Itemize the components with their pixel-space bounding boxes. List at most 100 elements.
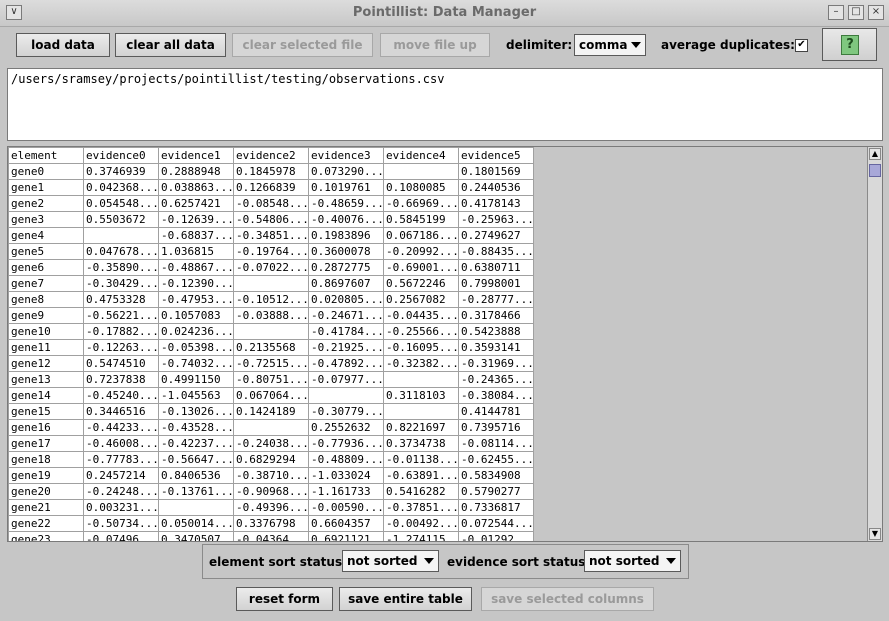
evidence-cell[interactable]: -0.37851... [383,499,459,516]
evidence-cell[interactable]: -0.30429... [83,275,159,292]
evidence-cell[interactable] [233,419,309,436]
move-file-up-button[interactable]: move file up [380,33,490,57]
column-header[interactable]: evidence4 [383,147,459,164]
data-table[interactable]: element evidence0 evidence1 evidence2 ev… [8,147,534,541]
element-cell[interactable]: gene21 [8,499,84,516]
evidence-cell[interactable]: -0.46008... [83,435,159,452]
table-row[interactable]: gene15 0.3446516 -0.13026... 0.1424189 -0.30… [8,403,534,420]
evidence-cell[interactable]: -0.35890... [83,259,159,276]
evidence-cell[interactable]: -0.30779... [308,403,384,420]
evidence-cell[interactable]: 0.1019761 [308,179,384,196]
evidence-cell[interactable]: -0.72515... [233,355,309,372]
element-cell[interactable]: gene10 [8,323,84,340]
save-selected-columns-button[interactable]: save selected columns [481,587,654,611]
evidence-cell[interactable] [383,163,459,180]
evidence-cell[interactable]: 0.067064... [233,387,309,404]
evidence-cell[interactable]: 0.3470507 [158,531,234,541]
evidence-cell[interactable]: -0.05398... [158,339,234,356]
save-entire-table-button[interactable]: save entire table [339,587,472,611]
column-header[interactable]: evidence1 [158,147,234,164]
table-row[interactable]: gene7 -0.30429... -0.12390... 0.8697607 0.56… [8,275,534,292]
evidence-cell[interactable]: 0.5416282 [383,483,459,500]
evidence-cell[interactable]: 0.6257421 [158,195,234,212]
file-list-item[interactable]: /users/sramsey/projects/pointillist/test… [11,72,444,86]
evidence-cell[interactable]: 0.2872775 [308,259,384,276]
evidence-cell[interactable]: -0.17882... [83,323,159,340]
element-cell[interactable]: gene8 [8,291,84,308]
evidence-cell[interactable]: -0.47953... [158,291,234,308]
evidence-cell[interactable] [233,275,309,292]
evidence-cell[interactable]: 0.073290... [308,163,384,180]
element-cell[interactable]: gene3 [8,211,84,228]
element-cell[interactable]: gene16 [8,419,84,436]
evidence-cell[interactable]: -0.48809... [308,451,384,468]
average-duplicates-checkbox[interactable]: ✔ [795,39,808,52]
table-row[interactable]: gene20 -0.24248... -0.13761... -0.90968... -… [8,483,534,500]
evidence-cell[interactable]: 0.7998001 [458,275,534,292]
evidence-cell[interactable]: -0.16095... [383,339,459,356]
table-row[interactable]: gene2 0.054548... 0.6257421 -0.08548... -0.4… [8,195,534,212]
element-cell[interactable]: gene15 [8,403,84,420]
evidence-cell[interactable]: -0.13761... [158,483,234,500]
evidence-cell[interactable]: 0.4753328 [83,291,159,308]
evidence-cell[interactable]: 0.2888948 [158,163,234,180]
scroll-down-arrow-icon[interactable]: ▼ [869,528,881,540]
evidence-cell[interactable]: 0.6380711 [458,259,534,276]
evidence-cell[interactable]: -0.48659... [308,195,384,212]
evidence-cell[interactable]: 0.5834908 [458,467,534,484]
evidence-cell[interactable]: 0.4178143 [458,195,534,212]
element-cell[interactable]: gene14 [8,387,84,404]
maximize-button[interactable]: □ [848,5,864,20]
evidence-cell[interactable]: -0.13026... [158,403,234,420]
evidence-cell[interactable]: -1.161733 [308,483,384,500]
table-row[interactable]: gene13 0.7237838 0.4991150 -0.80751... -0.07… [8,371,534,388]
evidence-cell[interactable]: 0.067186... [383,227,459,244]
evidence-cell[interactable]: 0.1983896 [308,227,384,244]
evidence-cell[interactable]: -0.56647... [158,451,234,468]
table-row[interactable]: gene18 -0.77783... -0.56647... 0.6829294 -0.… [8,451,534,468]
evidence-cell[interactable]: 0.1266839 [233,179,309,196]
element-cell[interactable]: gene1 [8,179,84,196]
evidence-cell[interactable]: -0.69001... [383,259,459,276]
load-data-button[interactable]: load data [16,33,110,57]
evidence-cell[interactable]: 0.054548... [83,195,159,212]
evidence-cell[interactable]: 0.1424189 [233,403,309,420]
element-cell[interactable]: gene22 [8,515,84,532]
evidence-cell[interactable]: 0.1080085 [383,179,459,196]
file-list[interactable]: /users/sramsey/projects/pointillist/test… [7,68,883,141]
element-cell[interactable]: gene11 [8,339,84,356]
table-row[interactable]: gene14 -0.45240... -1.045563 0.067064... 0.3… [8,387,534,404]
evidence-cell[interactable]: -0.25963... [458,211,534,228]
evidence-cell[interactable]: 0.8406536 [158,467,234,484]
evidence-cell[interactable]: 0.050014... [158,515,234,532]
evidence-cell[interactable]: 0.047678... [83,243,159,260]
evidence-cell[interactable]: -0.12263... [83,339,159,356]
evidence-cell[interactable]: -0.07022... [233,259,309,276]
element-cell[interactable]: gene13 [8,371,84,388]
evidence-cell[interactable]: -0.38710... [233,467,309,484]
evidence-cell[interactable]: -0.08114... [458,435,534,452]
table-row[interactable]: gene10 -0.17882... 0.024236... -0.41784... -… [8,323,534,340]
element-cell[interactable]: gene18 [8,451,84,468]
evidence-cell[interactable]: -0.90968... [233,483,309,500]
column-header[interactable]: evidence0 [83,147,159,164]
evidence-cell[interactable]: 0.5474510 [83,355,159,372]
evidence-cell[interactable]: -0.00590... [308,499,384,516]
evidence-cell[interactable]: -0.34851... [233,227,309,244]
evidence-cell[interactable]: -0.54806... [233,211,309,228]
evidence-cell[interactable]: 0.4144781 [458,403,534,420]
table-row[interactable]: gene5 0.047678... 1.036815 -0.19764... 0.360… [8,243,534,260]
evidence-cell[interactable]: -0.10512... [233,291,309,308]
evidence-cell[interactable]: 0.024236... [158,323,234,340]
evidence-cell[interactable]: -0.80751... [233,371,309,388]
element-cell[interactable]: gene4 [8,227,84,244]
evidence-cell[interactable]: 0.3746939 [83,163,159,180]
element-cell[interactable]: gene7 [8,275,84,292]
evidence-cell[interactable]: -0.32382... [383,355,459,372]
evidence-cell[interactable]: 0.6829294 [233,451,309,468]
evidence-cell[interactable]: -0.66969... [383,195,459,212]
evidence-cell[interactable]: -0.77936... [308,435,384,452]
close-button[interactable]: × [868,5,884,20]
evidence-cell[interactable]: 0.2567082 [383,291,459,308]
evidence-cell[interactable]: -0.48867... [158,259,234,276]
